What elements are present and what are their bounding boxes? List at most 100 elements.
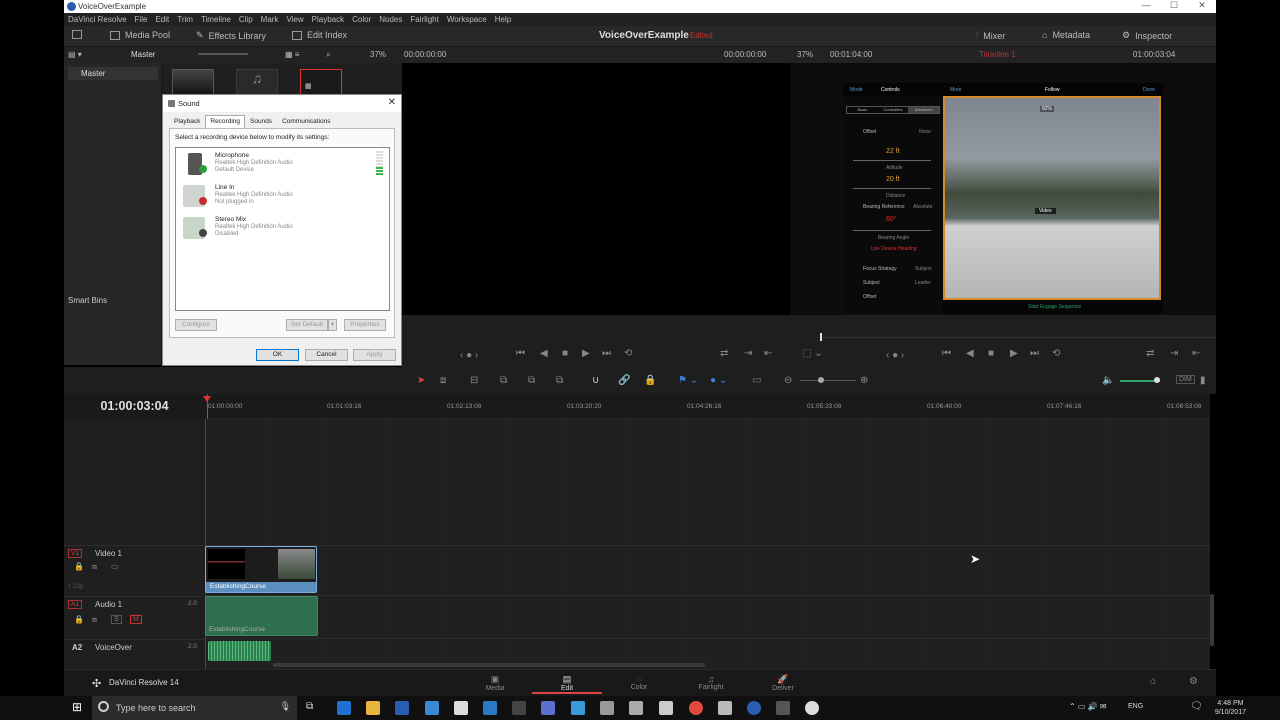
track-badge-a2[interactable]: A2 [72,643,82,652]
search-icon[interactable]: ⌕ [326,50,330,60]
source-match-icon[interactable]: ⇄ [720,348,728,359]
volume-icon[interactable]: 🔈 [1102,375,1114,386]
timeline-play-icon[interactable]: ▶ [1010,348,1018,359]
lock-track-icon[interactable]: 🔒 [74,562,84,571]
marker-icon[interactable]: ● ⌄ [710,375,727,386]
volume-slider-thumb[interactable] [1154,377,1160,383]
timeline-vertical-scrollbar[interactable] [1210,594,1214,646]
page-media[interactable]: ▣ Media [460,674,530,692]
source-reverse-icon[interactable]: ◀ [540,348,548,359]
ok-button[interactable]: OK [256,349,299,361]
tray-icons[interactable]: ⌃ ▭ 🔊 ✉ [1069,702,1107,711]
blade-tool-icon[interactable]: ⊟ [470,375,478,386]
calculator-icon[interactable] [718,701,732,715]
language-indicator[interactable]: ENG [1128,703,1143,710]
mixer-button[interactable]: ⫶ Mixer [976,30,1005,41]
selection-tool-icon[interactable]: ➤ [417,375,425,386]
menu-edit[interactable]: Edit [151,15,173,24]
clip-thumbnail-video[interactable] [172,69,214,97]
audio-clip-icon[interactable]: ♫ [236,69,278,97]
timeline-ruler[interactable]: 01:00:00:00 01:01:03:16 01:02:13:08 01:0… [203,394,1210,419]
list-view-icon[interactable]: ▤ ▾ [68,50,82,59]
voiceover-clip[interactable] [208,641,271,661]
menu-color[interactable]: Color [348,15,375,24]
timeline-loop-icon[interactable]: ⟲ [1052,348,1060,359]
menu-playback[interactable]: Playback [308,15,348,24]
playhead-marker[interactable] [203,396,211,402]
timeline-mark-out-icon[interactable]: ⇤ [1192,348,1200,359]
effects-library-button[interactable]: ✎ Effects Library [196,30,266,41]
store-icon[interactable] [425,701,439,715]
task-view-icon[interactable]: ⧉ [306,701,313,712]
windows-start-icon[interactable]: ⊞ [72,700,82,714]
menu-timeline[interactable]: Timeline [197,15,235,24]
source-viewer[interactable] [402,63,788,315]
timeline-tracks[interactable]: EstablishingCourse EstablishingCourse [205,419,1210,669]
menu-mark[interactable]: Mark [257,15,283,24]
layout-toggle-button[interactable] [72,30,82,39]
source-zoom[interactable]: 37% [370,50,386,59]
transform-icon[interactable]: ⬚ ⌄ [802,348,823,359]
menu-file[interactable]: File [131,15,152,24]
link-icon[interactable]: 🔗 [618,375,630,386]
cancel-button[interactable]: Cancel [305,349,348,361]
menu-fairlight[interactable]: Fairlight [406,15,442,24]
timeline-name[interactable]: Timeline 1 [979,50,1016,59]
timeline-next-icon[interactable]: ⏭ [1030,348,1039,359]
app-icon-12[interactable] [659,701,673,715]
maximize-button[interactable]: ☐ [1160,0,1188,11]
source-play-icon[interactable]: ▶ [582,348,590,359]
track-badge-a1[interactable]: A1 [68,600,82,609]
timeline-zoom[interactable]: 37% [797,50,813,59]
timeline-match-icon[interactable]: ⇄ [1146,348,1154,359]
device-microphone[interactable]: Microphone Realtek High Definition Audio… [180,151,385,179]
audio-clip-a1[interactable]: EstablishingCourse [205,596,318,636]
notifications-icon[interactable]: 🗨 [1190,701,1203,712]
settings-gear-icon[interactable]: ⚙ [1189,676,1198,687]
zoom-out-icon[interactable]: ⊖ [784,375,792,386]
source-stop-icon[interactable]: ■ [562,348,568,359]
edge-icon[interactable] [337,701,351,715]
app-icon-17[interactable] [805,701,819,715]
close-icon[interactable]: ✕ [388,97,396,108]
app-icon-11[interactable] [629,701,643,715]
app-icon-10[interactable] [600,701,614,715]
trim-tool-icon[interactable]: ⧈ [440,375,446,386]
menu-help[interactable]: Help [491,15,515,24]
set-default-dropdown[interactable]: ▾ [328,319,337,331]
zoom-slider-thumb[interactable] [818,377,824,383]
insert-clip-icon[interactable]: ⧉ [500,375,507,386]
track-badge-v1[interactable]: V1 [68,549,82,558]
home-icon[interactable]: ⌂ [1150,676,1156,687]
metadata-button[interactable]: ⌂ Metadata [1042,30,1090,40]
video-clip[interactable]: EstablishingCourse [205,546,317,593]
app-icon-6[interactable] [483,701,497,715]
flag-icon[interactable]: ⚑ ⌄ [678,375,698,386]
zoom-in-icon[interactable]: ⊕ [860,375,868,386]
menu-workspace[interactable]: Workspace [443,15,491,24]
grid-view-icon[interactable]: ▦ ≡ [285,50,299,59]
configure-button[interactable]: Configure [175,319,217,331]
device-line-in[interactable]: Line In Realtek High Definition Audio No… [180,183,385,211]
timeline-horizontal-scrollbar[interactable] [273,663,705,667]
snapping-icon[interactable]: ∪ [592,375,599,386]
tab-communications[interactable]: Communications [277,115,335,128]
zoom-slider[interactable] [800,380,856,381]
timeline-jog-icon[interactable]: ‹ ● › [886,350,904,361]
menu-davinci[interactable]: DaVinci Resolve [64,15,131,24]
overwrite-clip-icon[interactable]: ⧉ [528,375,535,386]
disable-track-icon[interactable]: ▭ [111,562,119,571]
menu-trim[interactable]: Trim [173,15,197,24]
track-name-a2[interactable]: VoiceOver [95,643,132,652]
edit-index-button[interactable]: Edit Index [292,30,347,40]
chrome-icon[interactable] [689,701,703,715]
timeline-viewer-scrubber[interactable] [820,337,1216,338]
page-fairlight[interactable]: ♫ Fairlight [676,674,746,691]
zoom-full-icon[interactable]: ▭ [752,375,761,386]
tab-sounds[interactable]: Sounds [245,115,277,128]
source-next-icon[interactable]: ⏭ [602,348,611,359]
timeline-prev-icon[interactable]: ⏮ [942,348,951,359]
source-jog-icon[interactable]: ‹ ● › [460,350,478,361]
timeline-stop-icon[interactable]: ■ [988,348,994,359]
bin-master[interactable]: Master [68,67,158,80]
